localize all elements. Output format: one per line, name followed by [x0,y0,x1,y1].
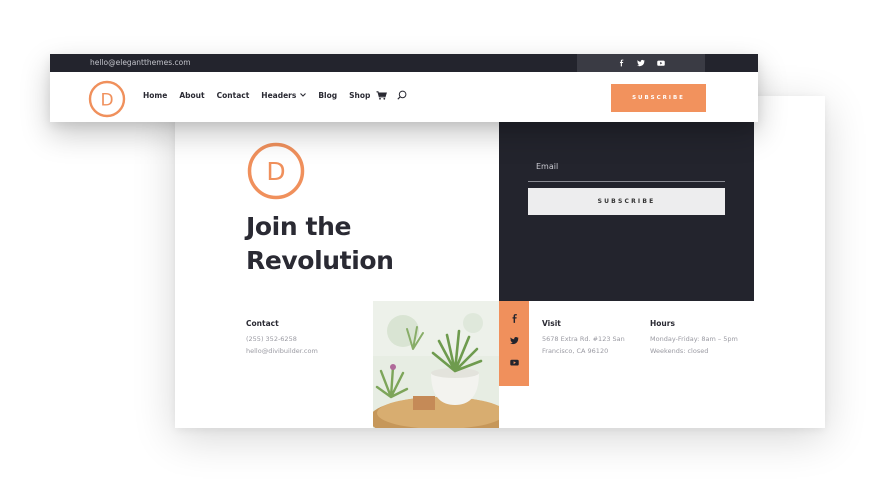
newsletter-panel: SUBSCRIBE [499,96,754,301]
divi-logo-icon[interactable]: D [88,80,126,118]
search-icon[interactable] [397,90,407,100]
footer-preview-card: D Join the Revolution SUBSCRIBE Contact … [175,96,825,428]
twitter-icon[interactable] [507,333,521,347]
contact-phone[interactable]: (255) 352-6258 [246,333,297,345]
main-nav: Home About Contact Headers Blog Shop [143,90,417,100]
newsletter-subscribe-button[interactable]: SUBSCRIBE [528,188,725,215]
headline: Join the Revolution [246,210,486,278]
visit-address-line-1: 5678 Extra Rd. #123 San [542,335,625,343]
hours-weekends: Weekends: closed [650,347,709,355]
nav-item-contact[interactable]: Contact [217,91,250,100]
footer-social-bar [499,301,529,386]
hours-weekdays: Monday-Friday: 8am – 5pm [650,335,738,343]
youtube-icon[interactable] [507,355,521,369]
svg-text:D: D [266,157,285,186]
visit-address-line-2: Francisco, CA 96120 [542,347,609,355]
cart-icon[interactable] [376,90,388,100]
svg-text:D: D [100,91,113,111]
contact-title: Contact [246,319,279,328]
site-header-preview: hello@elegantthemes.com D Home About Con… [50,54,758,122]
topbar-social-icons [577,54,705,72]
email-input[interactable] [528,158,725,182]
header-subscribe-button[interactable]: SUBSCRIBE [611,84,706,112]
chevron-down-icon [300,93,307,97]
nav-item-shop[interactable]: Shop [349,91,370,100]
hours-title: Hours [650,319,675,328]
contact-email[interactable]: hello@divibuilder.com [246,345,318,357]
nav-item-about[interactable]: About [179,91,204,100]
visit-title: Visit [542,319,561,328]
youtube-icon[interactable] [657,59,665,67]
topbar-email-link[interactable]: hello@elegantthemes.com [90,58,191,67]
divi-logo-icon: D [247,142,305,200]
twitter-icon[interactable] [637,59,645,67]
nav-item-blog[interactable]: Blog [318,91,337,100]
nav-item-headers[interactable]: Headers [261,91,307,100]
top-bar: hello@elegantthemes.com [50,54,758,72]
nav-item-home[interactable]: Home [143,91,167,100]
plant-photo [373,301,499,428]
headline-line-1: Join the [246,212,352,241]
facebook-icon[interactable] [507,311,521,325]
facebook-icon[interactable] [617,59,625,67]
headline-line-2: Revolution [246,246,394,275]
